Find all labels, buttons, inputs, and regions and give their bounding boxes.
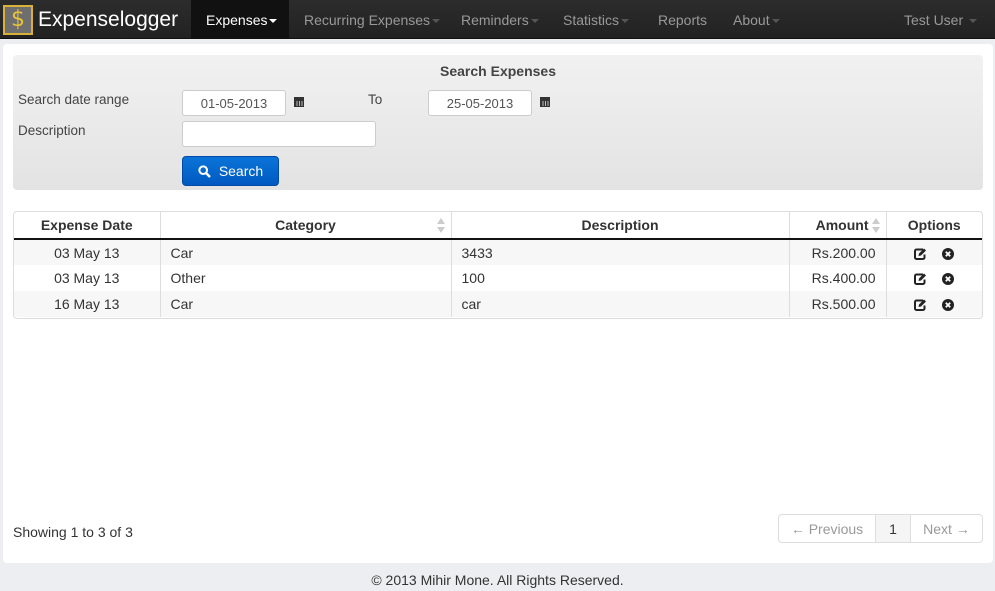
cell-date: 03 May 13	[14, 265, 160, 291]
cell-amount: Rs.500.00	[788, 291, 886, 317]
previous-page-button[interactable]: ← Previous	[779, 515, 875, 542]
calendar-icon[interactable]	[294, 97, 304, 107]
nav-about[interactable]: About	[718, 0, 795, 39]
col-label: Description	[581, 217, 659, 233]
pagination: ← Previous 1 Next →	[778, 514, 983, 543]
cell-category: Car	[159, 291, 451, 317]
search-panel: Search Expenses Search date range To Des…	[13, 55, 983, 190]
footer-copyright: © 2013 Mihir Mone. All Rights Reserved.	[371, 572, 624, 588]
nav-expenses[interactable]: Expenses	[191, 0, 289, 39]
from-date-input[interactable]	[182, 90, 286, 116]
col-options: Options	[885, 212, 982, 240]
caret-down-icon	[432, 18, 441, 23]
delete-icon[interactable]	[942, 247, 955, 260]
edit-icon[interactable]	[914, 248, 927, 260]
delete-icon[interactable]	[942, 273, 955, 286]
date-range-label: Search date range	[18, 92, 130, 107]
user-name: Test User	[904, 11, 964, 28]
table-header-row: Expense Date Category Description Amount…	[14, 212, 982, 240]
col-category[interactable]: Category	[159, 212, 451, 240]
cell-category: Car	[159, 239, 451, 265]
cell-description: 3433	[450, 239, 789, 265]
nav-expenses-label: Expenses	[206, 11, 268, 28]
main-panel: Search Expenses Search date range To Des…	[3, 44, 993, 563]
cell-amount: Rs.200.00	[788, 239, 886, 265]
col-expense-date[interactable]: Expense Date	[14, 212, 160, 240]
sort-icon	[436, 218, 445, 234]
search-button-label: Search	[218, 163, 264, 179]
cell-description: car	[450, 291, 789, 317]
nav-user-menu[interactable]: Test User	[889, 0, 992, 39]
nav-statistics[interactable]: Statistics	[548, 0, 644, 39]
caret-down-icon	[969, 18, 978, 23]
cell-description: 100	[450, 265, 789, 291]
col-label: Options	[907, 217, 961, 233]
nav-recurring-expenses-label: Recurring Expenses	[304, 11, 431, 28]
col-description[interactable]: Description	[450, 212, 789, 240]
cell-options	[885, 291, 982, 317]
sort-icon	[871, 218, 880, 234]
calendar-icon[interactable]	[540, 97, 550, 107]
search-button[interactable]: Search	[182, 156, 279, 186]
description-input[interactable]	[182, 121, 376, 147]
description-label: Description	[18, 123, 86, 138]
dollar-logo-icon: $	[3, 4, 33, 35]
delete-icon[interactable]	[942, 299, 955, 312]
caret-down-icon	[269, 18, 278, 23]
brand-link[interactable]: $ Expenselogger	[3, 3, 178, 36]
cell-date: 03 May 13	[14, 239, 160, 265]
table-row: 03 May 13 Car 3433 Rs.200.00	[14, 239, 982, 265]
table-row: 16 May 13 Car car Rs.500.00	[14, 291, 982, 317]
search-title: Search Expenses	[440, 63, 556, 79]
col-label: Amount	[815, 217, 869, 233]
next-page-button[interactable]: Next →	[910, 515, 982, 542]
col-label: Expense Date	[40, 217, 133, 233]
to-label: To	[368, 92, 383, 107]
brand-name: Expenselogger	[38, 7, 179, 31]
nav-about-label: About	[733, 11, 770, 28]
navbar: $ Expenselogger Expenses Recurring Expen…	[0, 0, 995, 39]
col-amount[interactable]: Amount	[788, 212, 886, 240]
cell-options	[885, 239, 982, 265]
cell-amount: Rs.400.00	[788, 265, 886, 291]
nav-reminders-label: Reminders	[461, 11, 529, 28]
nav-statistics-label: Statistics	[563, 11, 620, 28]
nav-recurring-expenses[interactable]: Recurring Expenses	[289, 0, 455, 39]
showing-info: Showing 1 to 3 of 3	[13, 524, 133, 540]
edit-icon[interactable]	[914, 299, 927, 312]
cell-category: Other	[159, 265, 451, 291]
nav-reminders[interactable]: Reminders	[446, 0, 554, 39]
caret-down-icon	[771, 18, 780, 23]
page-1-button[interactable]: 1	[875, 515, 910, 542]
cell-options	[885, 265, 982, 291]
expenses-table: Expense Date Category Description Amount…	[13, 211, 983, 319]
nav-reports-label: Reports	[658, 11, 708, 28]
nav-reports[interactable]: Reports	[643, 0, 722, 39]
edit-icon[interactable]	[914, 273, 927, 286]
search-icon	[198, 164, 211, 178]
caret-down-icon	[530, 18, 539, 23]
col-label: Category	[275, 217, 336, 233]
table-row: 03 May 13 Other 100 Rs.400.00	[14, 265, 982, 291]
to-date-input[interactable]	[428, 90, 532, 116]
caret-down-icon	[621, 18, 630, 23]
cell-date: 16 May 13	[14, 291, 160, 317]
